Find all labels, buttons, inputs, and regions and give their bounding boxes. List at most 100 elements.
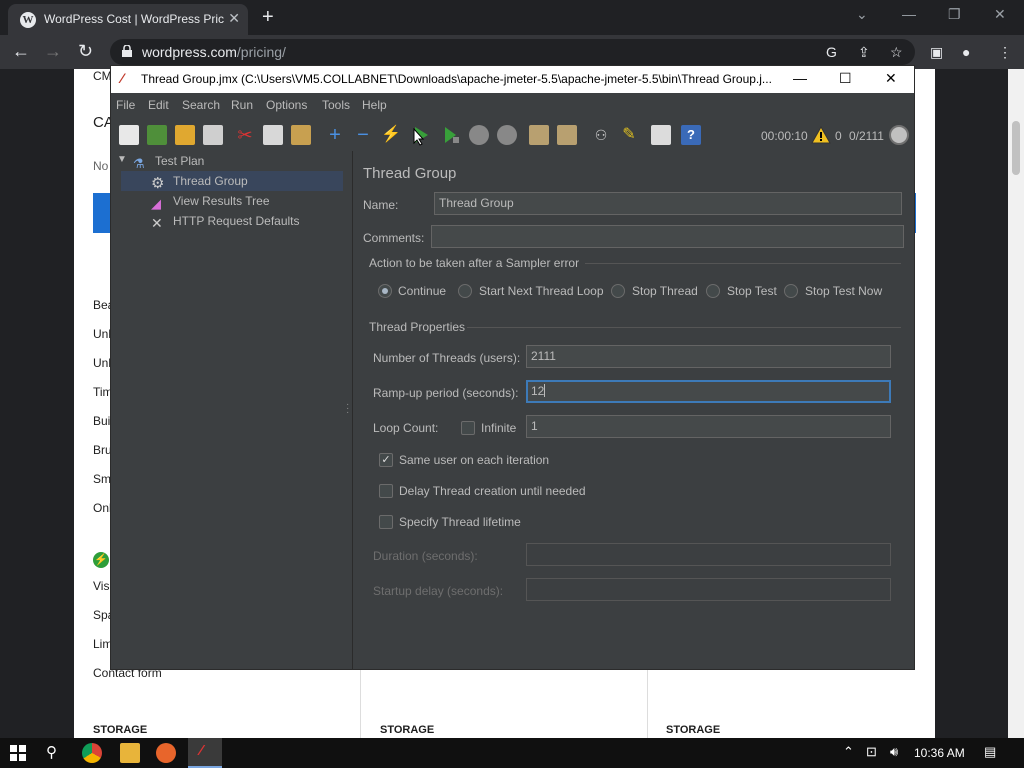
menu-file[interactable]: File [116,98,135,112]
scrollbar-thumb[interactable] [1012,121,1020,175]
copy-icon[interactable] [263,125,283,145]
infinite-checkbox[interactable] [461,421,475,435]
tree-node-thread-group[interactable]: ⚙ Thread Group [121,171,343,192]
tray-chevron-icon[interactable]: ⌃ [843,744,854,760]
network-icon[interactable]: ⊡ [866,744,877,760]
help-icon[interactable]: ? [681,125,701,145]
section-divider [585,263,901,264]
notifications-icon[interactable]: ▤ [984,744,996,760]
page-scrollbar[interactable] [1008,69,1024,738]
web-text: Unl [93,356,112,370]
toggle-icon[interactable]: ⚡ [381,125,401,145]
share-icon[interactable]: ⇪ [858,44,870,61]
menu-run[interactable]: Run [231,98,253,112]
startup-delay-label: Startup delay (seconds): [373,584,504,598]
forward-icon[interactable]: → [44,41,62,62]
restore-icon[interactable]: ❐ [948,6,961,23]
tree-node-http-request-defaults[interactable]: ✕ HTTP Request Defaults [151,211,300,231]
tab-title: WordPress Cost | WordPress Pric [44,12,224,26]
profile-icon[interactable]: ● [962,44,970,60]
radio-continue[interactable] [378,284,392,298]
search-icon[interactable]: ⚲ [46,743,66,763]
firefox-icon[interactable] [156,743,176,763]
templates-icon[interactable] [147,125,167,145]
close-window-icon[interactable]: ✕ [885,70,897,87]
comments-label: Comments: [363,231,425,245]
chrome-taskbar-icon[interactable] [82,743,102,763]
num-threads-field[interactable]: 2111 [526,345,891,368]
error-count: 0 [835,129,842,143]
address-bar[interactable]: wordpress.com/pricing/ G ⇪ ☆ [110,39,915,65]
tree-node-test-plan[interactable]: ⚗ Test Plan [133,151,204,171]
back-icon[interactable]: ← [12,41,30,62]
chevron-down-icon[interactable]: ▼ [117,154,127,165]
tree-node-view-results-tree[interactable]: ◢ View Results Tree [151,191,270,211]
wrench-icon: ✕ [151,215,163,231]
tab-search-chevron-icon[interactable]: ⌄ [856,6,868,23]
file-explorer-icon[interactable] [120,743,140,763]
menu-tools[interactable]: Tools [322,98,350,112]
windows-start-icon[interactable] [8,743,28,763]
loop-count-field[interactable]: 1 [526,415,891,438]
radio-label-stop-thread: Stop Thread [632,284,698,298]
radio-label-continue: Continue [398,284,447,298]
stop-icon[interactable] [469,125,489,145]
paste-icon[interactable] [291,125,311,145]
cut-icon[interactable]: ✂ [235,125,255,145]
radio-label-stop-test: Stop Test [727,284,777,298]
collapse-icon[interactable]: − [353,125,373,145]
close-window-icon[interactable]: ✕ [994,6,1006,23]
infinite-label: Infinite [481,421,517,435]
menu-options[interactable]: Options [266,98,307,112]
warning-icon[interactable] [811,126,831,144]
test-plan-tree: ▼ ⚗ Test Plan ⚙ Thread Group ◢ View Results… [111,151,344,669]
radio-stop-test[interactable] [706,284,720,298]
volume-icon[interactable]: 🔊︎ [890,744,898,760]
open-icon[interactable] [175,125,195,145]
browser-tab[interactable]: W WordPress Cost | WordPress Pric ✕ [8,4,248,35]
same-user-checkbox[interactable]: ✓ [379,453,393,467]
gear-icon: ⚙ [151,175,165,192]
jmeter-taskbar-button[interactable]: ⁄ [188,738,222,768]
menu-search[interactable]: Search [182,98,220,112]
thread-lifetime-label: Specify Thread lifetime [399,515,521,529]
start-no-pauses-icon[interactable] [441,125,461,145]
radio-start-next-thread-loop[interactable] [458,284,472,298]
new-icon[interactable] [119,125,139,145]
shutdown-icon[interactable] [497,125,517,145]
minimize-icon[interactable]: — [793,70,807,86]
menu-kebab-icon[interactable]: ⋮ [998,44,1012,61]
delay-thread-checkbox[interactable] [379,484,393,498]
rampup-field[interactable]: 12 [526,380,891,403]
bookmark-star-icon[interactable]: ☆ [890,44,903,61]
comments-field[interactable] [431,225,904,248]
function-helper-icon[interactable] [651,125,671,145]
clear-icon[interactable] [529,125,549,145]
new-tab-icon[interactable]: + [262,6,274,29]
clock[interactable]: 10:36 AM [914,746,965,760]
remote-engine-icon[interactable] [889,125,909,145]
minimize-icon[interactable]: — [902,6,916,22]
clear-all-icon[interactable] [557,125,577,145]
save-icon[interactable] [203,125,223,145]
storage-label: STORAGE [93,724,148,736]
name-field[interactable]: Thread Group [434,192,902,215]
jmeter-feather-icon: ⁄ [121,70,124,86]
wordpress-favicon-icon: W [20,12,36,28]
search-binoculars-icon[interactable]: ⚇ [591,125,611,145]
radio-stop-thread[interactable] [611,284,625,298]
jmeter-title-bar[interactable]: ⁄ Thread Group.jmx (C:\Users\VM5.COLLABN… [111,66,914,93]
thread-lifetime-checkbox[interactable] [379,515,393,529]
menu-help[interactable]: Help [362,98,387,112]
expand-icon[interactable]: + [325,125,345,145]
pane-splitter[interactable]: · · · [344,151,353,669]
reload-icon[interactable]: ↻ [78,41,93,62]
menu-edit[interactable]: Edit [148,98,169,112]
close-tab-icon[interactable]: ✕ [228,10,240,27]
maximize-icon[interactable]: ☐ [839,70,852,87]
reset-search-icon[interactable]: ✎ [619,125,639,145]
side-panel-icon[interactable]: ▣ [930,44,943,61]
google-icon[interactable]: G [826,44,837,60]
thread-properties-section-title: Thread Properties [369,320,466,334]
radio-stop-test-now[interactable] [784,284,798,298]
